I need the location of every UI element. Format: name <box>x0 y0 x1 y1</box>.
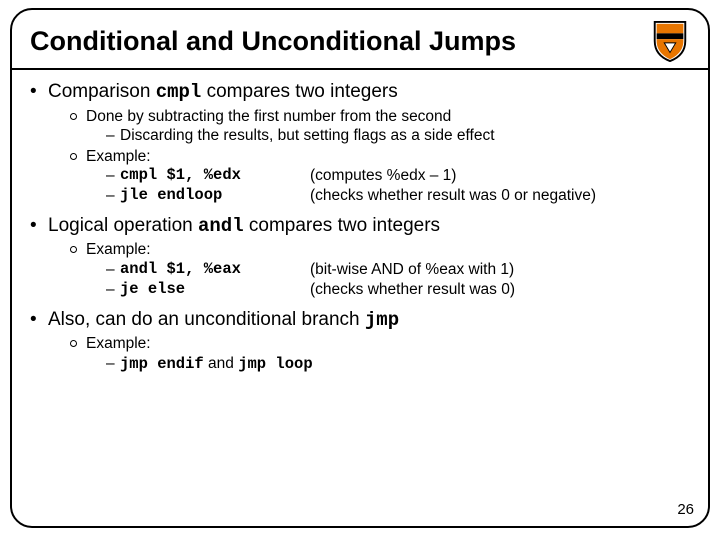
explanation: (checks whether result was 0) <box>310 280 515 299</box>
code: cmpl $1, %edx <box>120 166 310 185</box>
slide-title: Conditional and Unconditional Jumps <box>30 26 646 57</box>
code-line: cmpl $1, %edx (computes %edx – 1) <box>106 166 690 185</box>
sub-bullet: Example: cmpl $1, %edx (computes %edx – … <box>70 147 690 206</box>
code: jmp loop <box>238 355 312 373</box>
sub-bullet: Example: andl $1, %eax (bit-wise AND of … <box>70 240 690 299</box>
princeton-shield-icon <box>650 20 690 62</box>
code: jmp endif <box>120 355 204 373</box>
slide-frame: Conditional and Unconditional Jumps Comp… <box>10 8 710 528</box>
bullet-logical: Logical operation andl compares two inte… <box>30 214 690 300</box>
text: compares two integers <box>201 81 397 102</box>
text: compares two integers <box>244 215 440 236</box>
page-number: 26 <box>677 501 694 518</box>
text: Discarding the results, but setting flag… <box>120 127 495 144</box>
text: Example: <box>86 148 151 165</box>
explanation: (computes %edx – 1) <box>310 166 456 185</box>
bullet-comparison: Comparison cmpl compares two integers Do… <box>30 80 690 206</box>
code: andl $1, %eax <box>120 260 310 279</box>
sub-bullet: Example: jmp endif and jmp loop <box>70 334 690 374</box>
sub-sub-bullet: Discarding the results, but setting flag… <box>106 126 690 145</box>
text: Done by subtracting the first number fro… <box>86 108 451 125</box>
slide-body: Comparison cmpl compares two integers Do… <box>12 70 708 374</box>
code-andl: andl <box>198 215 244 237</box>
explanation: (bit-wise AND of %eax with 1) <box>310 260 514 279</box>
text: Example: <box>86 241 151 258</box>
text: Comparison <box>48 81 156 102</box>
explanation: (checks whether result was 0 or negative… <box>310 186 596 205</box>
code-line: andl $1, %eax (bit-wise AND of %eax with… <box>106 260 690 279</box>
text: and <box>204 355 238 372</box>
text: Example: <box>86 335 151 352</box>
code-line: jle endloop (checks whether result was 0… <box>106 186 690 205</box>
code-line: je else (checks whether result was 0) <box>106 280 690 299</box>
sub-bullet: Done by subtracting the first number fro… <box>70 107 690 146</box>
bullet-unconditional: Also, can do an unconditional branch jmp… <box>30 308 690 375</box>
code-cmpl: cmpl <box>156 81 202 103</box>
code: je else <box>120 280 310 299</box>
code: jle endloop <box>120 186 310 205</box>
code-jmp: jmp <box>365 309 399 331</box>
text: Also, can do an unconditional branch <box>48 309 365 330</box>
text: Logical operation <box>48 215 198 236</box>
code-line: jmp endif and jmp loop <box>106 354 690 374</box>
title-row: Conditional and Unconditional Jumps <box>12 10 708 70</box>
